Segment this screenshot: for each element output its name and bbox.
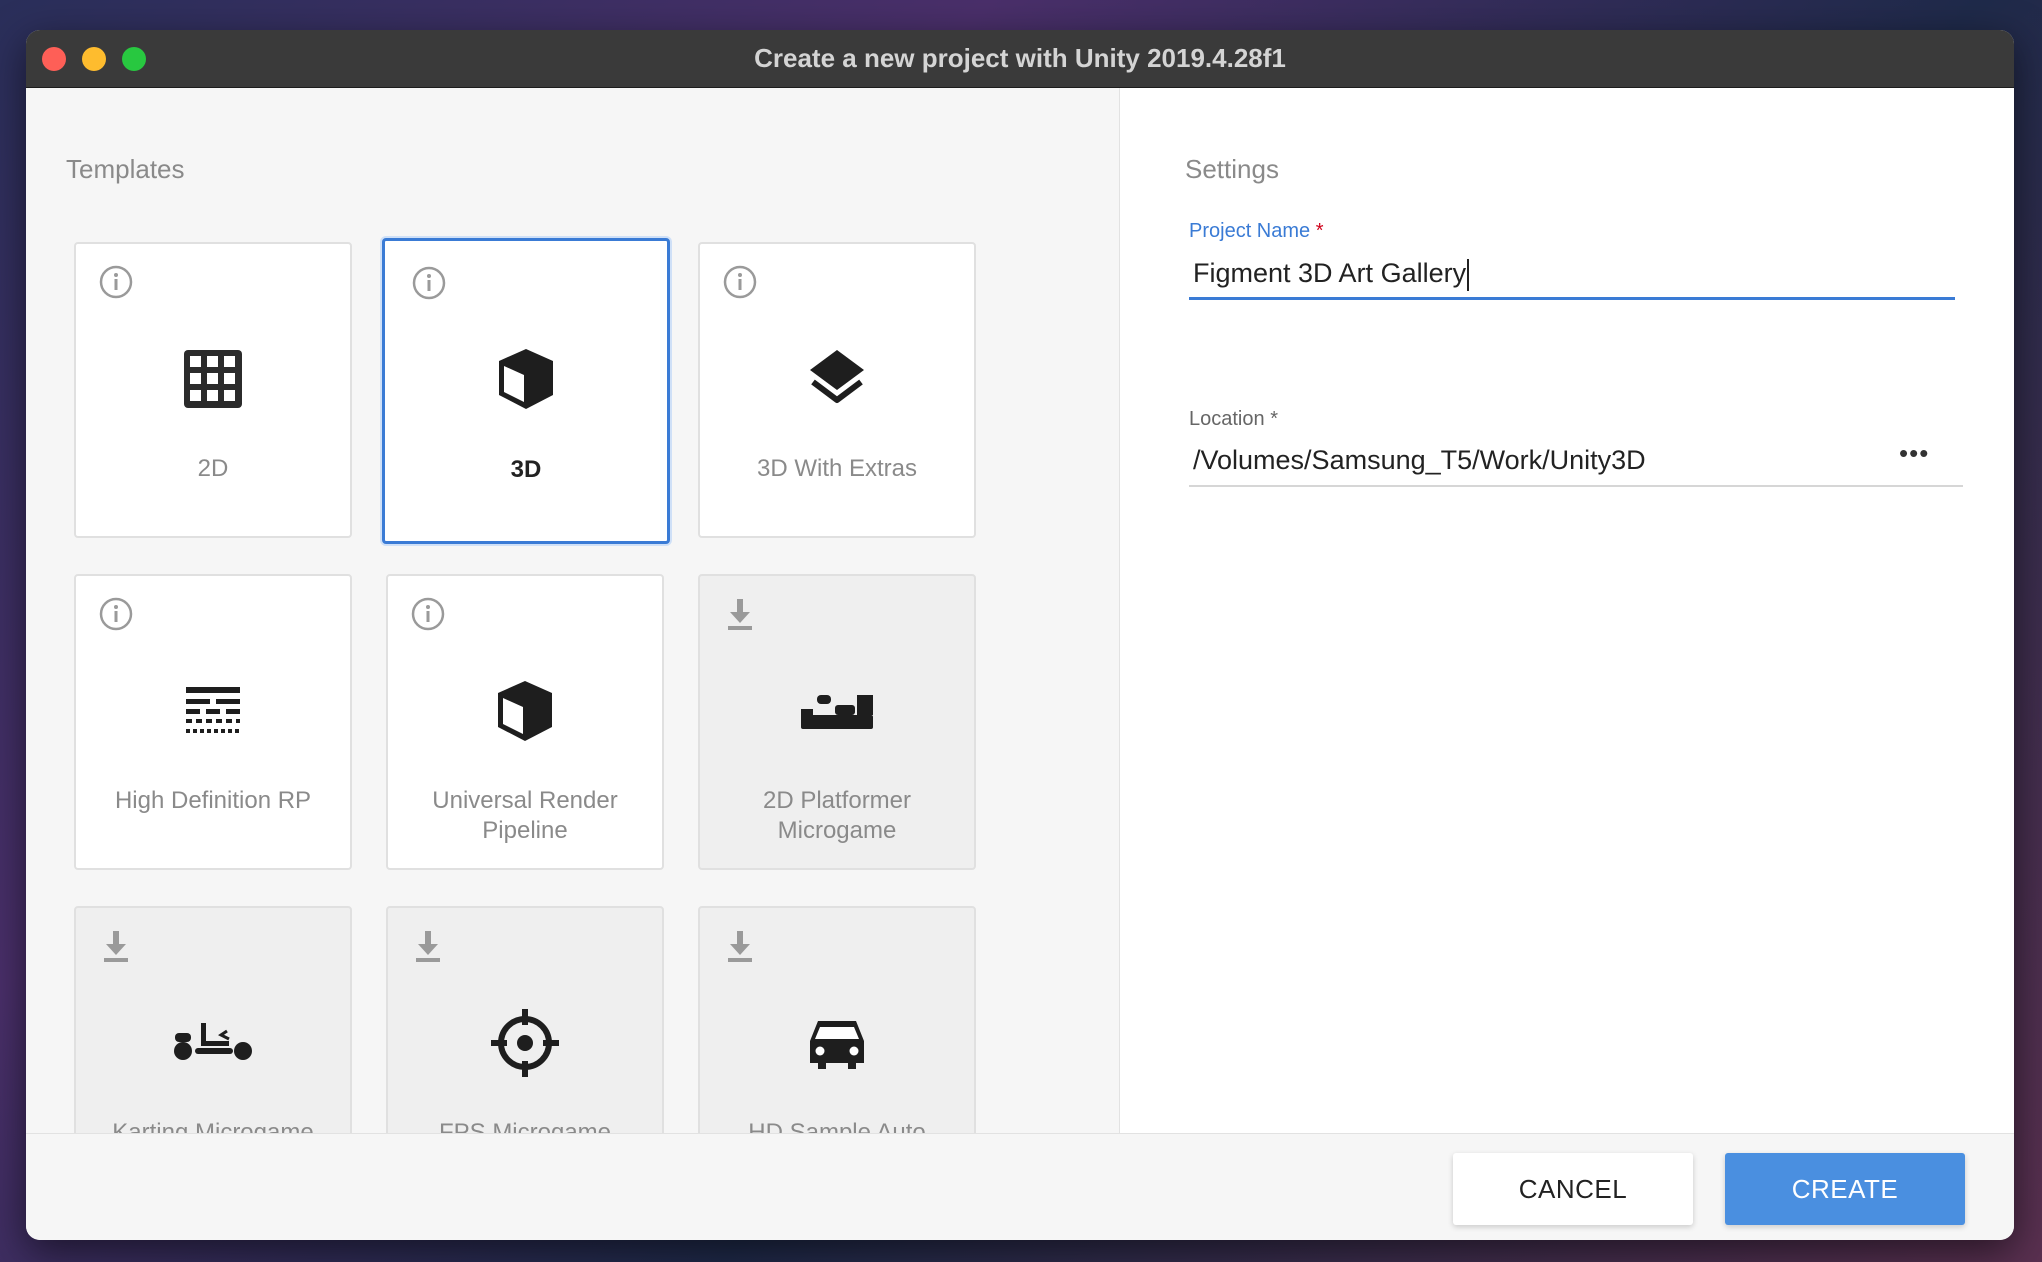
- cancel-button[interactable]: CANCEL: [1453, 1153, 1693, 1225]
- template-label: High Definition RP: [114, 787, 312, 814]
- location-label: Location *: [1189, 408, 1278, 430]
- browse-location-button[interactable]: •••: [1899, 438, 1929, 469]
- car-icon: [810, 1021, 864, 1069]
- download-icon[interactable]: [722, 596, 758, 632]
- template-card-3d-with-extras[interactable]: 3D With Extras: [698, 242, 976, 538]
- project-name-input[interactable]: Figment 3D Art Gallery: [1193, 258, 1470, 291]
- download-icon[interactable]: [722, 928, 758, 964]
- template-card-2d[interactable]: 2D: [74, 242, 352, 538]
- info-icon[interactable]: [411, 265, 447, 301]
- platformer-icon: [801, 695, 873, 729]
- title-bar: Create a new project with Unity 2019.4.2…: [26, 30, 2014, 88]
- template-card-high-definition-rp[interactable]: High Definition RP: [74, 574, 352, 870]
- project-name-underline: [1189, 297, 1955, 300]
- info-icon[interactable]: [98, 596, 134, 632]
- info-icon[interactable]: [410, 596, 446, 632]
- layers-icon: [810, 350, 864, 403]
- template-label: 3D: [510, 456, 542, 483]
- template-label: Universal Render Pipeline: [432, 787, 618, 844]
- download-icon[interactable]: [410, 928, 446, 964]
- settings-panel: Settings Project Name * Figment 3D Art G…: [1119, 88, 2014, 1133]
- hdrp-icon: [186, 687, 240, 733]
- template-card-fps-microgame[interactable]: FPS Microgame: [386, 906, 664, 1133]
- project-name-label: Project Name *: [1189, 220, 1324, 242]
- new-project-dialog: Create a new project with Unity 2019.4.2…: [26, 30, 2014, 1240]
- create-button[interactable]: CREATE: [1725, 1153, 1965, 1225]
- template-label: 2D Platformer Microgame: [762, 787, 912, 844]
- templates-panel: Templates 2D 3D 3D With Extras High Defi…: [26, 88, 1118, 1133]
- template-card-2d-platformer-microgame[interactable]: 2D Platformer Microgame: [698, 574, 976, 870]
- grid-icon: [184, 350, 242, 408]
- template-card-universal-render-pipeline[interactable]: Universal Render Pipeline: [386, 574, 664, 870]
- info-icon[interactable]: [722, 264, 758, 300]
- text-caret: [1467, 258, 1470, 291]
- settings-heading: Settings: [1185, 154, 1279, 184]
- required-marker: *: [1315, 220, 1324, 242]
- download-icon[interactable]: [98, 928, 134, 964]
- info-icon[interactable]: [98, 264, 134, 300]
- template-card-karting-microgame[interactable]: Karting Microgame: [74, 906, 352, 1133]
- template-card-3d[interactable]: 3D: [382, 238, 670, 544]
- required-marker: *: [1270, 408, 1278, 430]
- karting-icon: [174, 1023, 252, 1060]
- template-label: HD Sample Auto Showroom: [748, 1119, 926, 1133]
- cube-icon: [499, 349, 553, 409]
- window-title: Create a new project with Unity 2019.4.2…: [754, 43, 1286, 73]
- template-label: FPS Microgame: [438, 1119, 612, 1133]
- cube-icon: [498, 681, 552, 741]
- template-label: Karting Microgame: [112, 1119, 314, 1133]
- template-label: 3D With Extras: [756, 455, 918, 482]
- templates-heading: Templates: [66, 154, 185, 184]
- location-underline: [1189, 485, 1963, 487]
- template-label: 2D: [197, 455, 229, 482]
- location-input[interactable]: /Volumes/Samsung_T5/Work/Unity3D: [1193, 445, 1646, 476]
- crosshair-icon: [491, 1009, 559, 1077]
- dialog-footer: CANCEL CREATE: [26, 1133, 2014, 1240]
- template-card-hd-sample-auto-showroom[interactable]: HD Sample Auto Showroom: [698, 906, 976, 1133]
